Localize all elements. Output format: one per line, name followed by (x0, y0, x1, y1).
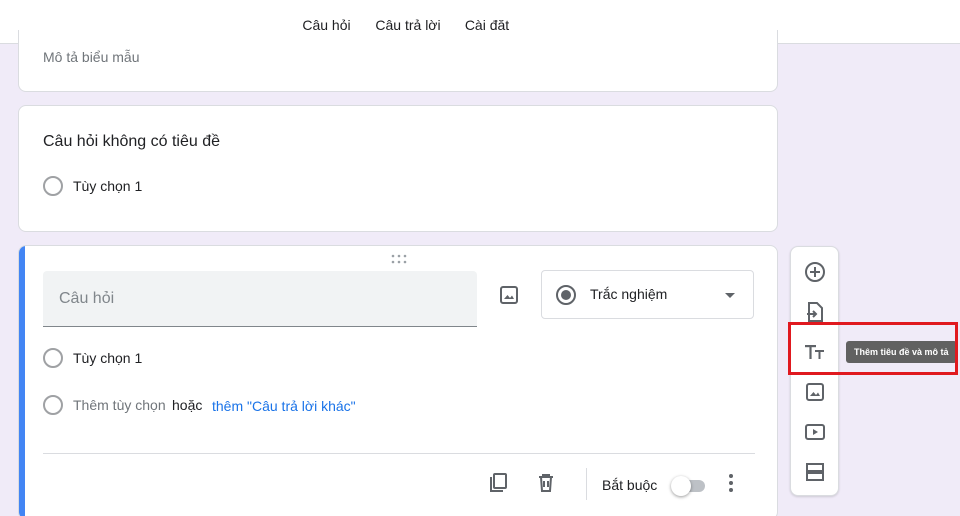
required-toggle[interactable] (671, 474, 707, 496)
add-section-icon[interactable] (803, 460, 827, 484)
question-card-active[interactable]: Câu hỏi Trắc nghiệm Tùy chọn 1 Thêm tùy … (18, 245, 778, 516)
question-placeholder: Câu hỏi (59, 290, 115, 307)
option-label: Tùy chọn 1 (73, 178, 143, 194)
more-options-icon[interactable] (719, 471, 743, 495)
required-label: Bắt buộc (602, 477, 658, 493)
radio-option-icon (43, 348, 63, 368)
add-video-icon[interactable] (803, 420, 827, 444)
drag-handle-icon[interactable] (391, 254, 407, 264)
add-image-icon[interactable] (803, 380, 827, 404)
add-option-button[interactable]: Thêm tùy chọn (73, 397, 166, 413)
toggle-thumb (671, 476, 691, 496)
question-type-label: Trắc nghiệm (590, 286, 668, 302)
question-title[interactable]: Câu hỏi không có tiêu đề (43, 133, 220, 151)
import-questions-icon[interactable] (803, 300, 827, 324)
footer-divider (43, 453, 755, 454)
radio-button-icon (556, 285, 576, 305)
question-title-input[interactable]: Câu hỏi (43, 271, 477, 327)
question-type-dropdown[interactable]: Trắc nghiệm (541, 270, 754, 319)
radio-option-icon (43, 176, 63, 196)
footer-vertical-divider (586, 468, 587, 500)
active-card-indicator (19, 246, 25, 516)
option-label[interactable]: Tùy chọn 1 (73, 350, 142, 366)
delete-icon[interactable] (534, 471, 558, 495)
or-text: hoặc (172, 397, 203, 413)
chevron-down-icon (725, 293, 735, 298)
add-other-link[interactable]: thêm "Câu trả lời khác" (212, 398, 356, 414)
question-card-1[interactable]: Câu hỏi không có tiêu đề Tùy chọn 1 (18, 105, 778, 232)
duplicate-icon[interactable] (486, 471, 510, 495)
add-question-icon[interactable] (803, 260, 827, 284)
form-description-input[interactable]: Mô tả biểu mẫu (43, 49, 140, 65)
radio-add-option-icon (43, 395, 63, 415)
highlight-box (788, 322, 958, 375)
form-header-card: Mô tả biểu mẫu (18, 30, 778, 92)
add-image-icon[interactable] (497, 283, 521, 307)
